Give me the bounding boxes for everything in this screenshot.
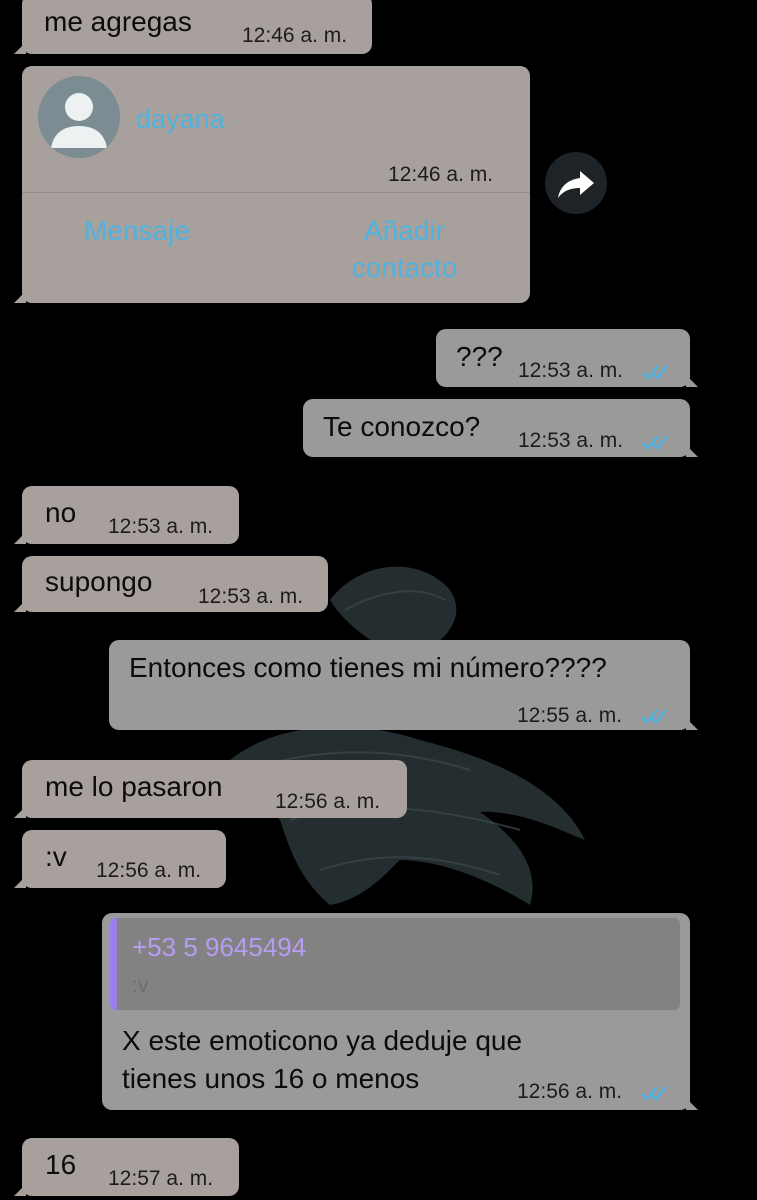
quote-sender: +53 5 9645494 — [132, 932, 307, 962]
message-time: 12:53 a. m. — [518, 359, 624, 382]
quote-text: :v — [132, 974, 149, 997]
message-time: 12:56 a. m. — [275, 790, 381, 813]
message-text: supongo — [45, 566, 153, 597]
message-text: me agregas — [44, 6, 192, 37]
reply-quote[interactable]: +53 5 9645494 :v — [110, 918, 680, 1010]
double-check-icon — [642, 435, 668, 450]
message-time: 12:57 a. m. — [108, 1167, 214, 1190]
message-time: 12:46 a. m. — [242, 24, 348, 47]
message-time: 12:53 a. m. — [108, 515, 214, 538]
message-time: 12:55 a. m. — [517, 704, 623, 727]
message-text: me lo pasaron — [45, 771, 223, 802]
message-time: 12:56 a. m. — [517, 1080, 623, 1103]
add-contact-label: contacto — [351, 252, 458, 283]
message-text: 16 — [45, 1149, 77, 1180]
add-contact-label: Añadir — [364, 215, 445, 246]
message-text: Te conozco? — [323, 411, 481, 442]
message-time: 12:53 a. m. — [198, 585, 304, 608]
add-contact-button[interactable]: Añadir contacto — [317, 212, 492, 286]
double-check-icon — [642, 365, 668, 380]
message-incoming[interactable]: :v 12:56 a. m. — [14, 830, 226, 888]
message-outgoing-reply[interactable]: +53 5 9645494 :v X este emoticono ya ded… — [102, 913, 698, 1110]
contact-card[interactable]: dayana 12:46 a. m. Mensaje Añadir contac… — [14, 66, 530, 303]
message-text: X este emoticono ya deduje que — [122, 1025, 523, 1056]
double-check-icon — [641, 1086, 667, 1101]
quote-bar — [110, 918, 117, 1010]
forward-button[interactable] — [545, 152, 607, 214]
message-outgoing[interactable]: Entonces como tienes mi número???? 12:55… — [109, 640, 698, 730]
message-outgoing[interactable]: ??? 12:53 a. m. — [436, 329, 698, 387]
message-text: no — [45, 497, 77, 528]
message-button[interactable]: Mensaje — [62, 212, 212, 249]
message-time: 12:53 a. m. — [518, 429, 624, 452]
message-outgoing[interactable]: Te conozco? 12:53 a. m. — [303, 399, 698, 457]
message-button-label: Mensaje — [84, 215, 190, 246]
contact-name[interactable]: dayana — [136, 104, 225, 135]
message-text: :v — [45, 841, 67, 872]
double-check-icon — [641, 709, 667, 724]
message-incoming[interactable]: me agregas 12:46 a. m. — [14, 0, 372, 54]
message-incoming[interactable]: me lo pasaron 12:56 a. m. — [14, 760, 407, 818]
card-divider — [22, 192, 530, 193]
message-incoming[interactable]: 16 12:57 a. m. — [14, 1138, 239, 1196]
message-time: 12:46 a. m. — [388, 163, 494, 186]
forward-arrow-icon — [558, 171, 594, 198]
message-text: Entonces como tienes mi número???? — [129, 652, 607, 683]
default-avatar-icon[interactable] — [38, 76, 120, 158]
message-incoming[interactable]: supongo 12:53 a. m. — [14, 556, 328, 612]
message-text: tienes unos 16 o menos — [122, 1063, 420, 1094]
message-text: ??? — [456, 341, 503, 372]
message-time: 12:56 a. m. — [96, 859, 202, 882]
message-incoming[interactable]: no 12:53 a. m. — [14, 486, 239, 544]
